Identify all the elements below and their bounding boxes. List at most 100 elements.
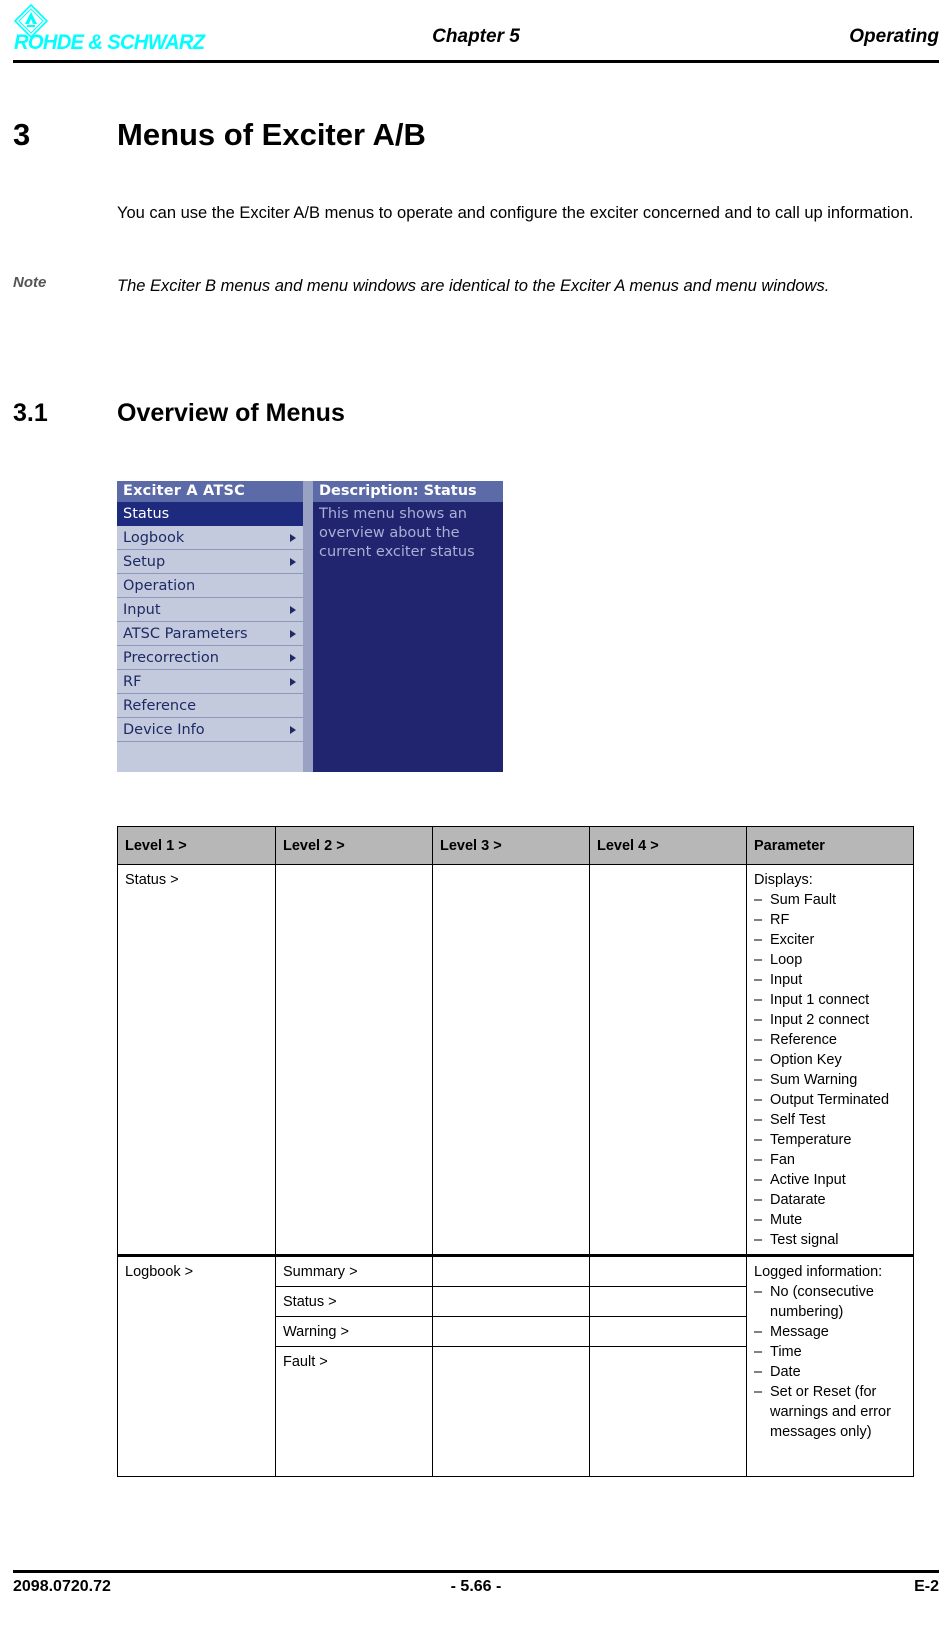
menu-levels-table: Level 1 > Level 2 > Level 3 > Level 4 > …	[117, 826, 914, 1477]
parameter-list-item: – Loop	[754, 950, 906, 970]
menu-scrollbar[interactable]	[303, 481, 313, 772]
menu-item-operation[interactable]: Operation	[117, 574, 303, 598]
dash-bullet-icon: –	[754, 1112, 763, 1128]
footer-page-number: - 5.66 -	[450, 1578, 502, 1595]
parameter-list-item: – Message	[754, 1322, 906, 1342]
column-header-level4: Level 4 >	[589, 826, 747, 865]
parameter-list-item-label: Input	[770, 972, 803, 988]
dash-bullet-icon: –	[754, 1152, 763, 1168]
parameter-list-item-label: Option Key	[770, 1052, 842, 1068]
parameter-list-item: – Active Input	[754, 1170, 906, 1190]
menu-title-bar: Exciter A ATSC	[117, 481, 303, 502]
parameter-list-item-label: Input 1 connect	[770, 992, 870, 1008]
exciter-menu-screenshot: Exciter A ATSC Status Logbook Setup Operati…	[117, 481, 503, 772]
dash-bullet-icon: –	[754, 912, 763, 928]
cell-level2	[275, 864, 433, 1256]
parameter-list-item-label: Self Test	[770, 1112, 826, 1128]
dash-bullet-icon: –	[754, 992, 763, 1008]
cell-level3	[432, 864, 590, 1256]
parameter-list-item: – Fan	[754, 1150, 906, 1170]
note-label: Note	[13, 274, 47, 291]
dash-bullet-icon: –	[754, 952, 763, 968]
menu-item-setup[interactable]: Setup	[117, 550, 303, 574]
parameter-list-item-label: Output Terminated	[770, 1092, 890, 1108]
menu-item-list: Status Logbook Setup Operation Input ATSC Par…	[117, 502, 303, 742]
dash-bullet-icon: –	[754, 1344, 763, 1360]
parameter-list-item: – Sum Warning	[754, 1070, 906, 1090]
cell-level3	[432, 1346, 590, 1477]
chevron-right-icon	[290, 654, 296, 662]
menu-item-input[interactable]: Input	[117, 598, 303, 622]
chevron-right-icon	[290, 534, 296, 542]
parameter-list-item-label: Fan	[770, 1152, 795, 1168]
footer-divider	[13, 1570, 939, 1573]
dash-bullet-icon: –	[754, 1032, 763, 1048]
cell-parameter: Logged information: – No (consecutive num…	[746, 1254, 914, 1477]
parameter-list-item-label: Input 2 connect	[770, 1012, 870, 1028]
parameter-list-item-label: Exciter	[770, 932, 815, 948]
footer-edition: E-2	[914, 1578, 939, 1595]
description-panel: Description: Status This menu shows an o…	[313, 481, 503, 772]
cell-level4	[589, 1286, 747, 1317]
page-header: ROHDE & SCHWARZ Chapter 5 Operating	[0, 0, 952, 63]
chevron-right-icon	[290, 630, 296, 638]
cell-level4	[589, 864, 747, 1256]
parameter-list-item: – Set or Reset (for warnings and error me…	[754, 1382, 906, 1442]
parameter-list-item: – Input 2 connect	[754, 1010, 906, 1030]
parameter-list-item: – Test signal	[754, 1230, 906, 1250]
chevron-right-icon	[290, 606, 296, 614]
menu-item-atsc-parameters[interactable]: ATSC Parameters	[117, 622, 303, 646]
description-body: This menu shows an overview about the cu…	[319, 506, 475, 560]
parameter-list-item-label: RF	[770, 912, 790, 928]
parameter-list-item-label: Sum Fault	[770, 892, 837, 908]
menu-item-precorrection[interactable]: Precorrection	[117, 646, 303, 670]
menu-item-reference[interactable]: Reference	[117, 694, 303, 718]
parameter-list-item: – Self Test	[754, 1110, 906, 1130]
header-section: Operating	[849, 26, 939, 47]
menu-item-label: ATSC Parameters	[123, 626, 248, 642]
description-title-bar: Description: Status	[313, 481, 503, 502]
menu-item-status[interactable]: Status	[117, 502, 303, 526]
header-divider	[13, 60, 939, 63]
chevron-right-icon	[290, 558, 296, 566]
table-header-row: Level 1 > Level 2 > Level 3 > Level 4 > …	[117, 826, 914, 865]
dash-bullet-icon: –	[754, 1384, 763, 1400]
chevron-right-icon	[290, 726, 296, 734]
dash-bullet-icon: –	[754, 1324, 763, 1340]
parameter-list-item-label: Test signal	[770, 1232, 839, 1248]
parameter-list-item-label: Time	[770, 1344, 802, 1360]
parameter-list-item: – Mute	[754, 1210, 906, 1230]
menu-item-rf[interactable]: RF	[117, 670, 303, 694]
cell-level4	[589, 1346, 747, 1477]
cell-level2: Warning >	[275, 1316, 433, 1347]
parameter-intro: Logged information:	[754, 1264, 883, 1280]
parameter-list-item: – Datarate	[754, 1190, 906, 1210]
parameter-list-item-label: Loop	[770, 952, 803, 968]
parameter-list: – No (consecutive numbering) – Message – Time…	[754, 1282, 906, 1442]
parameter-intro: Displays:	[754, 872, 813, 888]
cell-level1: Logbook >	[117, 1254, 276, 1477]
dash-bullet-icon: –	[754, 1284, 763, 1300]
parameter-list-item: – Exciter	[754, 930, 906, 950]
menu-item-label: Reference	[123, 698, 197, 714]
dash-bullet-icon: –	[754, 1072, 763, 1088]
parameter-list-item: – Sum Fault	[754, 890, 906, 910]
page-footer: 2098.0720.72 - 5.66 - E-2	[0, 1578, 952, 1608]
column-header-level3: Level 3 >	[432, 826, 590, 865]
dash-bullet-icon: –	[754, 1012, 763, 1028]
column-header-level1: Level 1 >	[117, 826, 276, 865]
menu-item-label: Logbook	[123, 530, 185, 546]
parameter-list-item-label: No (consecutive numbering)	[770, 1284, 874, 1320]
cell-level3	[432, 1254, 590, 1287]
parameter-list-item-label: Active Input	[770, 1172, 846, 1188]
menu-item-device-info[interactable]: Device Info	[117, 718, 303, 742]
parameter-list-item: – Temperature	[754, 1130, 906, 1150]
menu-item-label: Setup	[123, 554, 166, 570]
menu-item-label: Device Info	[123, 722, 205, 738]
dash-bullet-icon: –	[754, 1052, 763, 1068]
column-header-level2: Level 2 >	[275, 826, 433, 865]
menu-item-logbook[interactable]: Logbook	[117, 526, 303, 550]
menu-panel: Exciter A ATSC Status Logbook Setup Operati…	[117, 481, 303, 772]
cell-level1: Status >	[117, 864, 276, 1256]
parameter-list-item: – RF	[754, 910, 906, 930]
